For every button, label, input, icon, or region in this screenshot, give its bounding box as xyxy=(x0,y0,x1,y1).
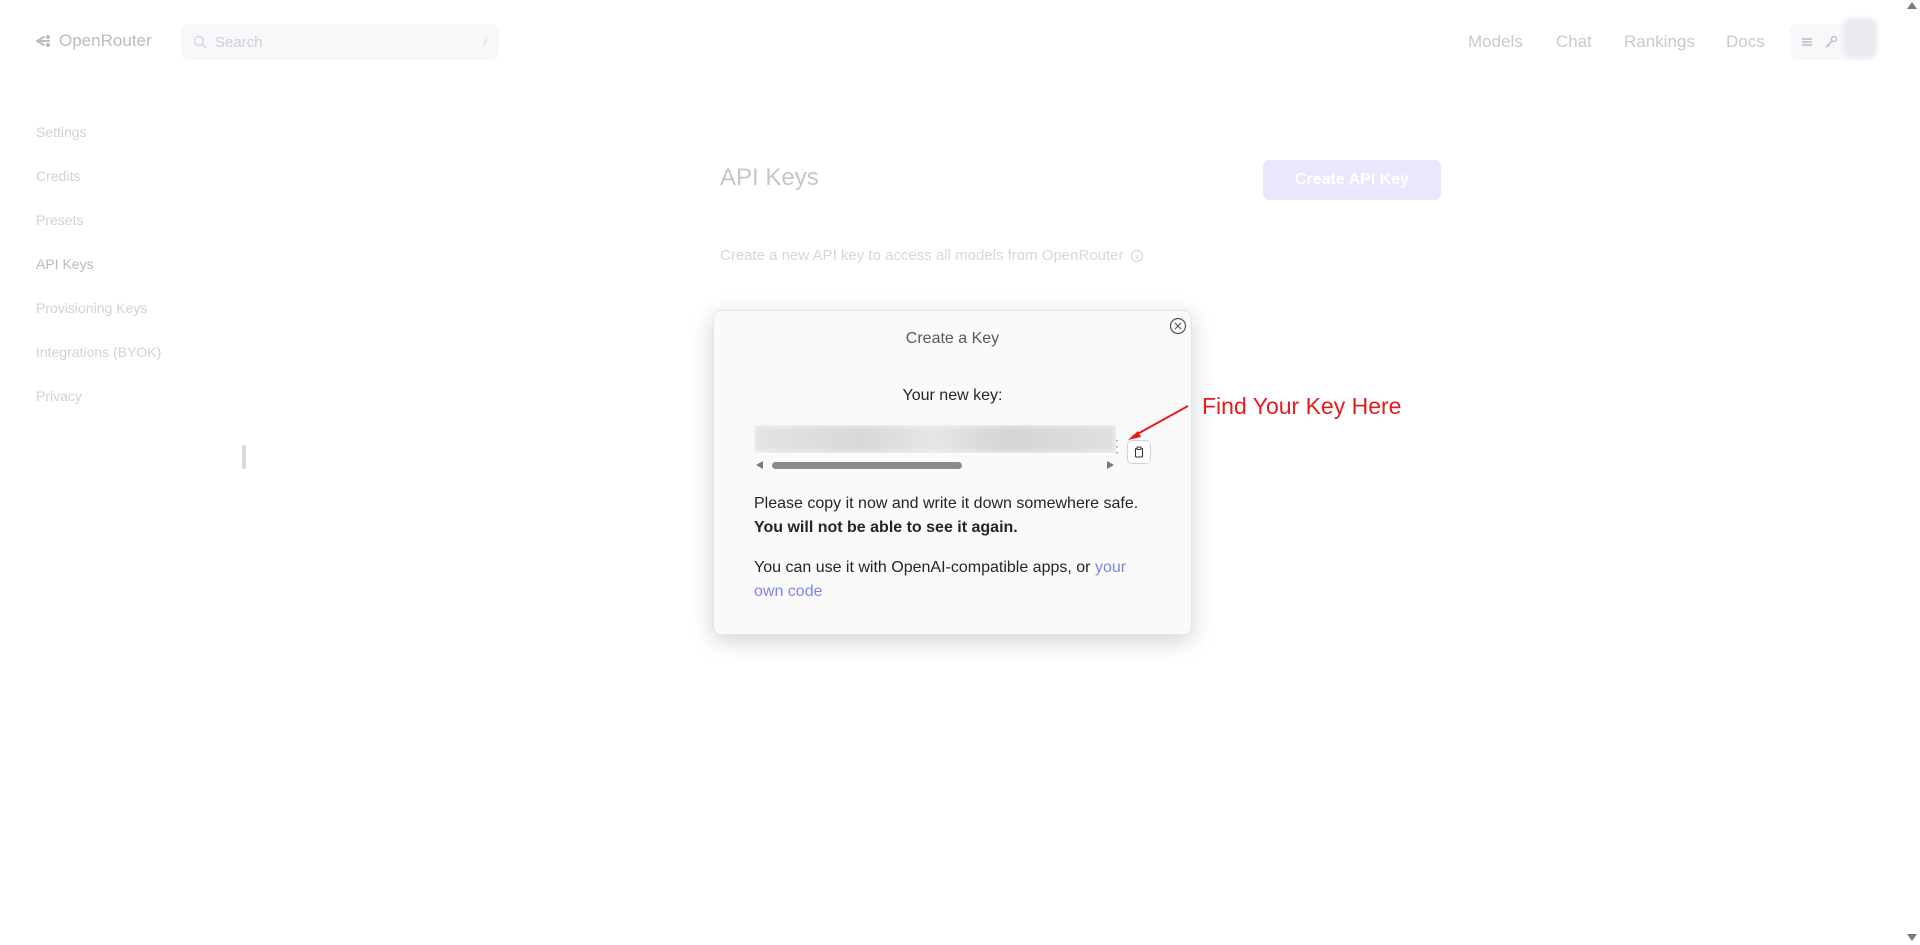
redacted-key xyxy=(754,425,1116,453)
warning-text: Please copy it now and write it down som… xyxy=(754,492,1154,540)
clipboard-icon xyxy=(1134,446,1144,458)
page-description: Create a new API key to access all model… xyxy=(720,247,1144,264)
openrouter-logo[interactable]: OpenRouter xyxy=(35,31,152,51)
sidebar-item-privacy[interactable]: Privacy xyxy=(36,388,82,404)
scroll-thumb[interactable] xyxy=(772,462,962,469)
create-key-modal: Create a Key Your new key: · · · Please co… xyxy=(713,310,1192,635)
sidebar-scrollbar[interactable] xyxy=(242,445,246,469)
logo-text: OpenRouter xyxy=(59,31,152,50)
usage-plain: You can use it with OpenAI-compatible ap… xyxy=(754,559,1095,576)
avatar[interactable] xyxy=(1843,18,1877,58)
sidebar-item-integrations[interactable]: Integrations (BYOK) xyxy=(36,344,161,360)
key-icon[interactable] xyxy=(1824,35,1838,49)
window-scroll-down-icon[interactable] xyxy=(1907,934,1917,941)
logo-icon xyxy=(36,35,50,47)
sidebar-item-presets[interactable]: Presets xyxy=(36,212,83,228)
sidebar-item-settings[interactable]: Settings xyxy=(36,124,87,140)
nav-docs[interactable]: Docs xyxy=(1726,32,1765,52)
create-api-key-button[interactable]: Create API Key xyxy=(1263,160,1441,200)
key-horizontal-scrollbar[interactable] xyxy=(754,459,1116,471)
page-title: API Keys xyxy=(720,164,819,191)
window-scroll-up-icon[interactable] xyxy=(1907,2,1917,9)
search-bar[interactable]: / xyxy=(181,24,499,60)
warning-bold: You will not be able to see it again. xyxy=(754,519,1018,536)
sidebar-item-api-keys[interactable]: API Keys xyxy=(36,256,94,272)
scroll-right-icon[interactable] xyxy=(1107,461,1114,469)
sidebar-item-credits[interactable]: Credits xyxy=(36,168,80,184)
sidebar-item-provisioning-keys[interactable]: Provisioning Keys xyxy=(36,300,147,316)
scroll-left-icon[interactable] xyxy=(756,461,763,469)
close-button[interactable] xyxy=(1169,317,1187,335)
menu-icon[interactable] xyxy=(1800,35,1814,49)
annotation-text: Find Your Key Here xyxy=(1202,393,1402,419)
description-text: Create a new API key to access all model… xyxy=(720,247,1124,264)
nav-chat[interactable]: Chat xyxy=(1556,32,1592,52)
api-key-field[interactable] xyxy=(754,425,1116,453)
more-dots-icon: · · · xyxy=(1115,433,1119,459)
modal-title: Create a Key xyxy=(905,330,1000,347)
nav-models[interactable]: Models xyxy=(1468,32,1523,52)
search-icon xyxy=(193,35,207,49)
search-shortcut: / xyxy=(483,35,487,49)
nav-rankings[interactable]: Rankings xyxy=(1624,32,1695,52)
usage-text: You can use it with OpenAI-compatible ap… xyxy=(754,556,1154,604)
warning-plain: Please copy it now and write it down som… xyxy=(754,495,1139,512)
search-input[interactable] xyxy=(215,33,476,51)
close-icon xyxy=(1169,317,1187,335)
annotation-arrow xyxy=(1128,405,1189,440)
info-icon[interactable] xyxy=(1130,249,1144,263)
